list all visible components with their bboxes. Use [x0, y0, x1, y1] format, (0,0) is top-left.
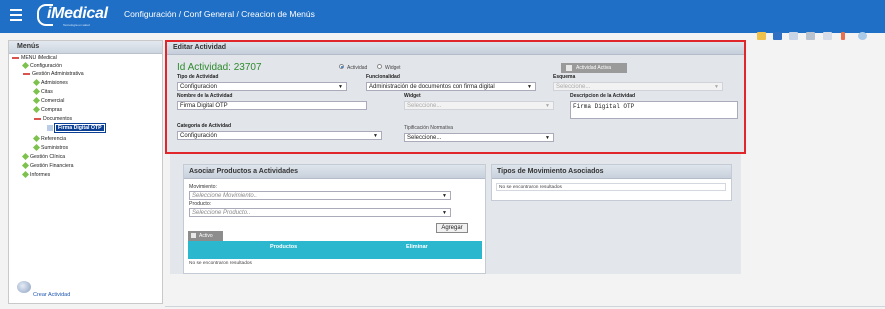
node-icon: [32, 97, 41, 105]
document-icon[interactable]: [789, 32, 798, 40]
save-icon[interactable]: [773, 32, 782, 40]
checkbox-icon: [191, 233, 196, 239]
chevron-down-icon: ▼: [527, 84, 532, 90]
col-productos[interactable]: Productos: [270, 244, 297, 250]
descripcion-label: Descripcion de la Actividad: [570, 93, 636, 99]
producto-label: Producto:: [189, 201, 212, 207]
tree-item-compras[interactable]: Compras: [32, 106, 62, 114]
tree-item-citas[interactable]: Citas: [32, 88, 53, 96]
movement-types-no-results: No se encontraron resultados: [496, 183, 726, 191]
esquema-label: Esquema: [553, 74, 576, 80]
tipificacion-select[interactable]: Seleccione... ▼: [404, 133, 554, 142]
associate-products-panel: Asociar Productos a Actividades Movimien…: [183, 164, 486, 274]
tree-item-informes[interactable]: Informes: [21, 171, 50, 179]
tree-item-suministros[interactable]: Suministros: [32, 144, 68, 152]
collapse-icon[interactable]: [12, 56, 19, 59]
movimiento-select[interactable]: Seleccione Movimiento.. ▼: [189, 191, 451, 200]
nombre-actividad-label: Nombre de la Actividad: [177, 93, 233, 99]
list-icon[interactable]: [823, 32, 832, 40]
chevron-down-icon: ▼: [545, 135, 550, 141]
lower-section: Asociar Productos a Actividades Movimien…: [170, 154, 741, 274]
alert-icon[interactable]: [841, 32, 845, 40]
hamburger-menu-icon[interactable]: [10, 9, 22, 22]
divider: [165, 306, 885, 307]
tree-item-configuracion[interactable]: Configuración: [21, 62, 62, 70]
funcionalidad-label: Funcionalidad: [366, 74, 400, 80]
categoria-label: Categoria de Actividad: [177, 123, 231, 129]
node-icon: [32, 106, 41, 114]
tipo-actividad-select[interactable]: Configuracion ▼: [177, 82, 347, 91]
logo-text: iMedical: [47, 5, 108, 22]
menu-panel: Menús MENU iMedical Configuración Gestió…: [8, 40, 163, 304]
radio-widget[interactable]: [377, 64, 382, 69]
collapse-icon[interactable]: [34, 117, 41, 120]
chevron-down-icon: ▼: [338, 84, 343, 90]
widget-select[interactable]: Seleccione... ▼: [404, 101, 554, 110]
tree-item-referencia[interactable]: Referencia: [32, 135, 66, 143]
node-icon: [32, 135, 41, 143]
movement-types-header: Tipos de Movimiento Asociados: [492, 165, 731, 179]
tree-item-gestion-clinica[interactable]: Gestión Clínica: [21, 153, 65, 161]
radio-actividad-label: Actividad: [347, 65, 368, 71]
collapse-icon[interactable]: [23, 72, 30, 75]
tipificacion-label: Tipificación Normativa: [404, 125, 453, 131]
tree-item-root[interactable]: MENU iMedical: [12, 55, 57, 61]
activo-toggle[interactable]: Activo: [188, 231, 223, 241]
widget-label: Widget: [404, 93, 421, 99]
products-grid-header: Productos Eliminar: [188, 241, 482, 259]
chevron-down-icon: ▼: [442, 210, 447, 216]
node-icon: [32, 88, 41, 96]
node-icon: [21, 171, 30, 179]
logo-subtitle: Tecnología en salud: [63, 23, 90, 27]
create-activity-link[interactable]: Crear Actividad: [33, 292, 70, 298]
chevron-down-icon: ▼: [545, 103, 550, 109]
chevron-down-icon: ▼: [373, 133, 378, 139]
tipo-actividad-label: Tipo de Actividad: [177, 74, 219, 80]
products-no-results: No se encontraron resultados: [189, 261, 252, 266]
producto-select[interactable]: Seleccione Producto.. ▼: [189, 208, 451, 217]
menu-panel-title: Menús: [17, 43, 40, 50]
tree-item-gestion-administrativa[interactable]: Gestión Administrativa: [23, 71, 84, 77]
radio-actividad[interactable]: [339, 64, 344, 69]
edit-panel-title: Editar Actividad: [173, 44, 227, 51]
associate-panel-header: Asociar Productos a Actividades: [184, 165, 485, 179]
edit-panel-header: Editar Actividad: [167, 42, 744, 55]
nombre-actividad-input[interactable]: Firma Digital OTP: [177, 101, 367, 110]
node-icon: [32, 79, 41, 87]
chevron-down-icon: ▼: [442, 193, 447, 199]
menu-panel-header: Menús: [9, 41, 162, 54]
tree-item-firma-digital-otp[interactable]: Firma Digital OTP: [47, 123, 106, 134]
movement-types-title: Tipos de Movimiento Asociados: [497, 168, 604, 175]
node-icon: [21, 162, 30, 170]
folder-icon[interactable]: [757, 32, 766, 40]
node-icon: [21, 153, 30, 161]
leaf-icon: [47, 125, 53, 131]
funcionalidad-select[interactable]: Administración de documentos con firma d…: [366, 82, 536, 91]
breadcrumb: Configuración / Conf General / Creacion …: [124, 9, 315, 19]
edit-activity-panel: Editar Actividad Id Actividad: 23707 Act…: [165, 40, 746, 154]
top-bar: iMedical Tecnología en salud Configuraci…: [0, 0, 885, 33]
descripcion-textarea[interactable]: Firma Digital OTP: [570, 101, 738, 119]
movement-types-panel: Tipos de Movimiento Asociados No se enco…: [491, 164, 732, 201]
categoria-select[interactable]: Configuración ▼: [177, 131, 382, 140]
radio-widget-label: Widget: [385, 65, 401, 71]
node-icon: [32, 144, 41, 152]
associate-panel-title: Asociar Productos a Actividades: [189, 168, 299, 175]
tree-item-documentos[interactable]: Documentos: [34, 116, 72, 122]
chevron-down-icon: ▼: [714, 84, 719, 90]
col-eliminar[interactable]: Eliminar: [406, 244, 428, 250]
checkbox-icon: [566, 64, 572, 71]
tree-item-admisiones[interactable]: Admisiones: [32, 79, 68, 87]
tree-item-gestion-financiera[interactable]: Gestión Financiera: [21, 162, 74, 170]
tree-item-comercial[interactable]: Comercial: [32, 97, 64, 105]
node-icon: [21, 62, 30, 70]
help-icon[interactable]: [858, 32, 867, 40]
print-icon[interactable]: [806, 32, 815, 40]
esquema-select[interactable]: Seleccione... ▼: [553, 82, 723, 91]
create-activity-icon[interactable]: [17, 281, 31, 293]
activity-id: Id Actividad: 23707: [177, 62, 262, 73]
add-button[interactable]: Agregar: [436, 223, 468, 233]
activity-active-toggle[interactable]: Actividad Activa: [561, 63, 627, 73]
movimiento-label: Movimiento:: [189, 184, 217, 190]
